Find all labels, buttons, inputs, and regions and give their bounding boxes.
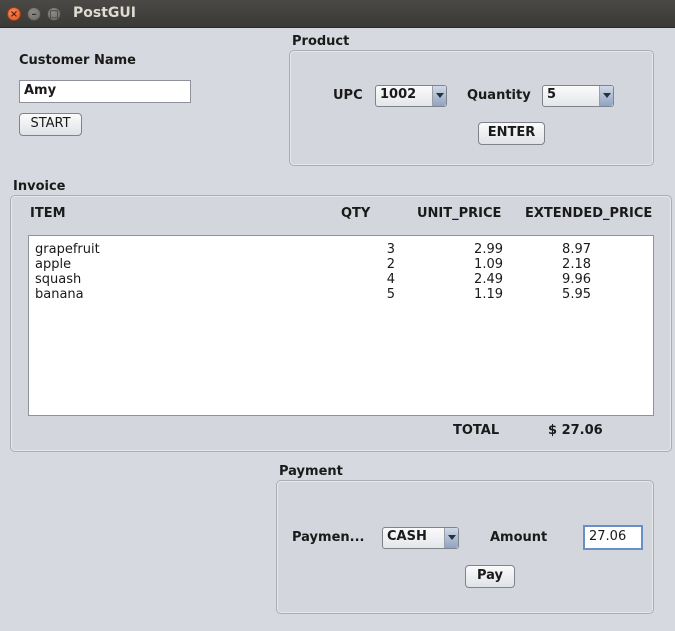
chevron-down-icon (432, 86, 446, 106)
item-qty: 5 (386, 287, 395, 302)
quantity-label: Quantity (467, 88, 531, 103)
upc-select-value: 1002 (380, 87, 417, 102)
payment-type-value: CASH (387, 529, 427, 544)
chevron-down-icon (444, 528, 458, 548)
item-name: banana (35, 287, 84, 302)
payment-legend: Payment (279, 464, 343, 479)
start-button[interactable]: START (19, 113, 82, 136)
header-item: ITEM (30, 206, 66, 221)
list-item: grapefruit 3 2.99 8.97 (29, 242, 653, 257)
customer-name-input[interactable]: Amy (19, 80, 191, 103)
invoice-list[interactable]: grapefruit 3 2.99 8.97 apple 2 1.09 2.18… (28, 235, 654, 416)
payment-type-label: Paymen... (292, 530, 365, 545)
item-unit-price: 1.19 (474, 287, 503, 302)
amount-input[interactable]: 27.06 (583, 525, 643, 550)
close-window-icon[interactable]: × (7, 7, 21, 21)
item-extended-price: 9.96 (562, 272, 591, 287)
header-qty: QTY (341, 206, 371, 221)
payment-type-select[interactable]: CASH (382, 527, 459, 549)
title-bar: × – □ PostGUI (0, 0, 675, 28)
upc-label: UPC (333, 88, 363, 103)
chevron-down-icon (599, 86, 613, 106)
window-title: PostGUI (73, 5, 136, 21)
enter-button[interactable]: ENTER (478, 122, 545, 145)
product-legend: Product (292, 34, 350, 49)
item-qty: 3 (386, 242, 395, 257)
amount-label: Amount (490, 530, 548, 545)
list-item: banana 5 1.19 5.95 (29, 287, 653, 302)
item-extended-price: 8.97 (562, 242, 591, 257)
quantity-select-value: 5 (547, 87, 557, 102)
header-extended-price: EXTENDED_PRICE (525, 206, 653, 221)
pay-button[interactable]: Pay (465, 565, 515, 588)
customer-name-label: Customer Name (19, 53, 136, 68)
item-unit-price: 1.09 (474, 257, 503, 272)
header-unit-price: UNIT_PRICE (417, 206, 502, 221)
item-name: grapefruit (35, 242, 100, 257)
list-item: apple 2 1.09 2.18 (29, 257, 653, 272)
item-qty: 2 (386, 257, 395, 272)
upc-select[interactable]: 1002 (375, 85, 447, 107)
minimize-window-icon[interactable]: – (27, 7, 41, 21)
maximize-window-icon[interactable]: □ (47, 7, 61, 21)
product-panel (289, 50, 654, 166)
item-name: squash (35, 272, 82, 287)
total-value: $ 27.06 (548, 423, 603, 438)
item-unit-price: 2.99 (474, 242, 503, 257)
item-qty: 4 (386, 272, 395, 287)
item-name: apple (35, 257, 72, 272)
item-unit-price: 2.49 (474, 272, 503, 287)
quantity-select[interactable]: 5 (542, 85, 614, 107)
item-extended-price: 2.18 (562, 257, 591, 272)
list-item: squash 4 2.49 9.96 (29, 272, 653, 287)
total-label: TOTAL (453, 423, 500, 438)
item-extended-price: 5.95 (562, 287, 591, 302)
invoice-legend: Invoice (13, 179, 66, 194)
